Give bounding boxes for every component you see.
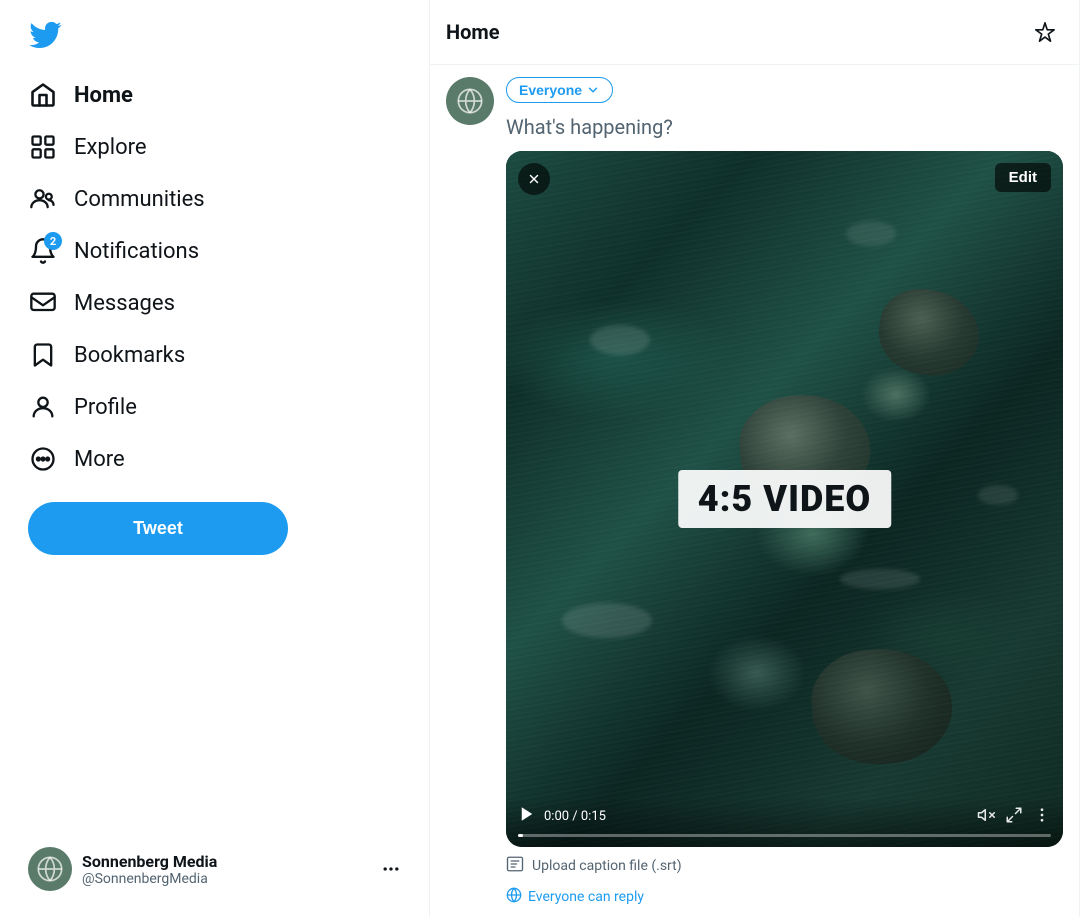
compose-placeholder[interactable]: What's happening? [506, 111, 1063, 151]
notification-badge: 2 [44, 232, 62, 250]
avatar-icon [36, 855, 64, 883]
sidebar-item-label-profile: Profile [74, 395, 137, 420]
sidebar-item-bookmarks[interactable]: Bookmarks [16, 330, 413, 380]
explore-icon [28, 132, 58, 162]
video-controls-row: 0:00 / 0:15 [518, 805, 1051, 828]
compose-area: Everyone What's happening? [430, 65, 1079, 917]
sidebar-item-label-home: Home [74, 83, 133, 108]
reply-label: Everyone can reply [528, 889, 644, 905]
video-label: 4:5 VIDEO [678, 470, 891, 528]
caption-icon [506, 855, 524, 877]
chevron-down-icon [586, 83, 600, 97]
sidebar-profile[interactable]: Sonnenberg Media @SonnenbergMedia [16, 837, 413, 901]
sidebar-item-communities[interactable]: Communities [16, 174, 413, 224]
foam-1 [590, 325, 650, 355]
caption-file-icon [506, 855, 524, 873]
video-play-button[interactable] [518, 805, 536, 828]
sidebar-item-profile[interactable]: Profile [16, 382, 413, 432]
fullscreen-icon [1005, 806, 1023, 824]
page-title: Home [446, 20, 500, 44]
rock-2 [874, 284, 985, 382]
ellipsis-icon [381, 859, 401, 879]
sparkle-button[interactable] [1027, 14, 1063, 50]
main-header: Home [430, 0, 1079, 65]
sidebar-item-explore[interactable]: Explore [16, 122, 413, 172]
video-edit-button[interactable]: Edit [995, 163, 1051, 192]
foam-2 [840, 569, 920, 589]
sidebar-item-more[interactable]: More [16, 434, 413, 484]
twitter-logo[interactable] [16, 8, 413, 66]
fullscreen-button[interactable] [1005, 806, 1023, 828]
foam-3 [846, 221, 896, 246]
sidebar-item-label-more: More [74, 447, 125, 472]
rock-3 [809, 645, 955, 767]
communities-icon [28, 184, 58, 214]
more-icon [28, 444, 58, 474]
reply-option[interactable]: Everyone can reply [506, 881, 1063, 913]
profile-info: Sonnenberg Media @SonnenbergMedia [82, 852, 371, 887]
video-time: 0:00 / 0:15 [544, 809, 969, 824]
sidebar-item-label-bookmarks: Bookmarks [74, 343, 185, 368]
sidebar-nav: Home Explore [16, 70, 413, 486]
profile-icon [28, 392, 58, 422]
sidebar-item-messages[interactable]: Messages [16, 278, 413, 328]
video-preview: 4:5 VIDEO Edit [506, 151, 1063, 847]
profile-name: Sonnenberg Media [82, 852, 371, 871]
sidebar-item-label-explore: Explore [74, 135, 147, 160]
globe-icon [506, 887, 522, 907]
twitter-bird-icon [28, 18, 62, 52]
main-content: Home Everyone [430, 0, 1080, 917]
sidebar-item-home[interactable]: Home [16, 70, 413, 120]
caption-upload[interactable]: Upload caption file (.srt) [506, 847, 1063, 881]
messages-icon [28, 288, 58, 318]
foam-5 [978, 485, 1018, 505]
profile-handle: @SonnenbergMedia [82, 871, 371, 887]
home-icon [28, 80, 58, 110]
foam-4 [562, 603, 652, 638]
profile-more-dots[interactable] [381, 859, 401, 879]
tweet-button[interactable]: Tweet [28, 502, 288, 555]
vertical-dots-icon [1033, 806, 1051, 824]
audience-button[interactable]: Everyone [506, 77, 613, 103]
compose-avatar [446, 77, 494, 125]
video-close-button[interactable] [518, 163, 550, 195]
close-icon [527, 172, 541, 186]
video-progress-bar[interactable] [518, 834, 1051, 837]
avatar [28, 847, 72, 891]
globe-icon [506, 887, 522, 903]
sidebar-item-notifications[interactable]: 2 Notifications [16, 226, 413, 276]
compose-top: Everyone What's happening? [446, 77, 1063, 913]
video-progress-fill [518, 834, 523, 837]
compose-right: Everyone What's happening? [506, 77, 1063, 913]
video-icons [977, 806, 1051, 828]
caption-label: Upload caption file (.srt) [532, 858, 682, 874]
sparkle-icon [1034, 21, 1056, 43]
mute-button[interactable] [977, 806, 995, 828]
more-video-options-button[interactable] [1033, 806, 1051, 828]
mute-icon [977, 806, 995, 824]
sidebar-item-label-communities: Communities [74, 187, 205, 212]
compose-avatar-icon [456, 87, 484, 115]
sidebar-item-label-messages: Messages [74, 291, 175, 316]
sidebar-item-label-notifications: Notifications [74, 239, 199, 264]
video-controls: 0:00 / 0:15 [506, 797, 1063, 847]
sidebar: Home Explore [0, 0, 430, 917]
bookmarks-icon [28, 340, 58, 370]
play-icon [518, 805, 536, 823]
notifications-icon: 2 [28, 236, 58, 266]
audience-label: Everyone [519, 82, 582, 98]
